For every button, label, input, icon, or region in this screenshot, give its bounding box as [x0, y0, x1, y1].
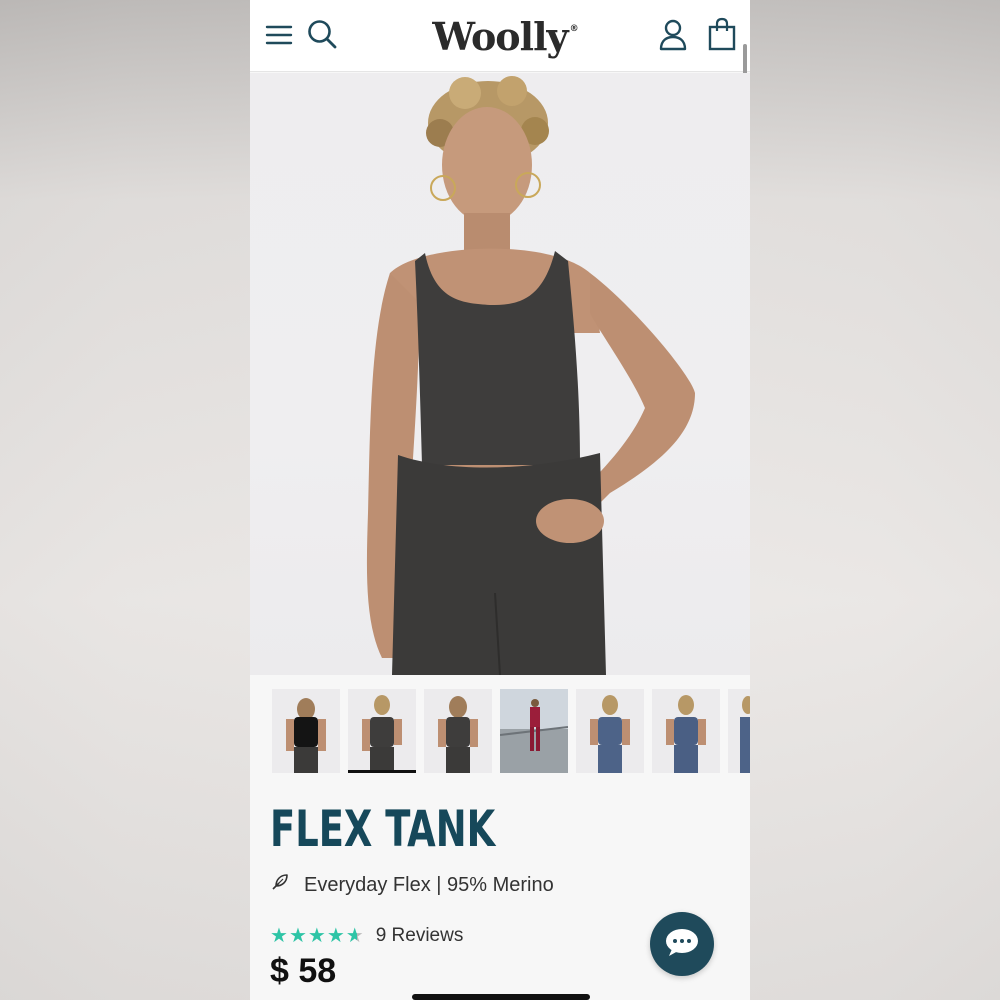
- star-rating: ★ ★ ★ ★ ★: [270, 926, 364, 946]
- thumbnail-back-black[interactable]: [272, 689, 340, 773]
- thumbnail-side-blue-partial[interactable]: [728, 689, 750, 773]
- account-icon[interactable]: [656, 18, 690, 52]
- thumbnail-front-charcoal[interactable]: [348, 689, 416, 773]
- product-collection-text: Everyday Flex | 95% Merino: [304, 873, 554, 896]
- logo-text: Woolly: [432, 13, 568, 59]
- thumbnail-outdoor-red[interactable]: [500, 689, 568, 773]
- home-indicator[interactable]: [412, 994, 590, 1000]
- woolly-logo[interactable]: Woolly ®: [425, 10, 585, 62]
- product-price: $ 58: [270, 952, 337, 990]
- reviews-link[interactable]: 9 Reviews: [376, 925, 464, 947]
- feather-icon: [270, 872, 290, 898]
- chat-bubble-icon: [664, 927, 700, 961]
- menu-icon[interactable]: [264, 20, 294, 50]
- cart-icon[interactable]: [706, 16, 738, 52]
- thumbnail-back-charcoal[interactable]: [424, 689, 492, 773]
- star-icon: ★: [326, 925, 345, 947]
- phone-screen: Woolly ® FLEX TANK Everyday Flex | 95% M…: [250, 0, 750, 1000]
- star-icon: ★: [288, 925, 307, 947]
- chat-button[interactable]: [650, 912, 714, 976]
- product-title: FLEX TANK: [270, 800, 496, 858]
- thumbnail-front-blue[interactable]: [576, 689, 644, 773]
- background-blur-left: [0, 0, 250, 1000]
- background-blur-right: [750, 0, 1000, 1000]
- site-header: Woolly ®: [250, 0, 750, 72]
- star-icon: ★: [270, 925, 288, 947]
- registered-mark: ®: [569, 24, 579, 34]
- star-icon: ★: [307, 925, 326, 947]
- product-subtitle: Everyday Flex | 95% Merino: [270, 872, 554, 898]
- product-hero-image[interactable]: [250, 73, 750, 675]
- search-icon[interactable]: [306, 18, 338, 50]
- rating-row[interactable]: ★ ★ ★ ★ ★ 9 Reviews: [270, 924, 463, 948]
- thumbnail-strip: [250, 675, 750, 785]
- half-star-icon: ★: [345, 925, 364, 947]
- thumbnail-front-blue-2[interactable]: [652, 689, 720, 773]
